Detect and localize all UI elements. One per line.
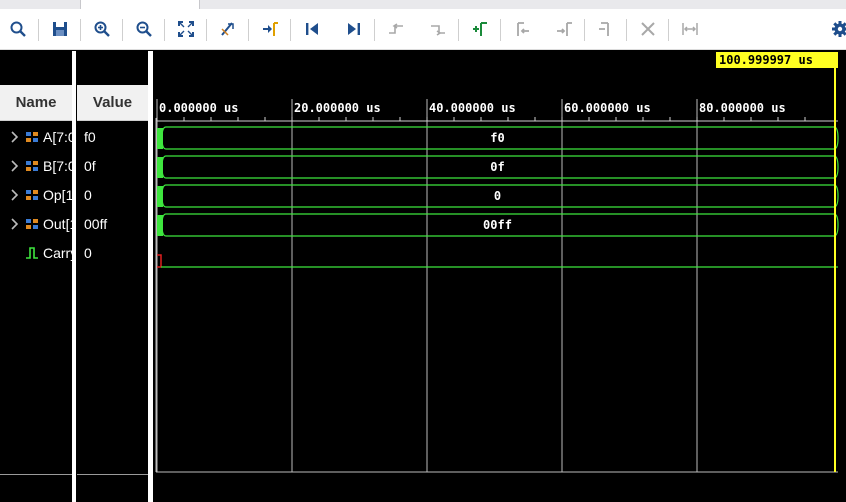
time-tick-label: 0.000000 us <box>159 101 238 115</box>
cursor-time-label[interactable]: 100.999997 us <box>716 52 838 68</box>
bus-value-label: 0f <box>490 160 504 174</box>
waveform-viewer: Name Value A[7:0]f0B[7:0]0fOp[1:0]0Out[1… <box>0 0 846 502</box>
bus-value-label: f0 <box>490 131 504 145</box>
bus-value-label: 00ff <box>483 218 512 232</box>
bit-initial-x-marker <box>157 254 162 268</box>
time-tick-label: 80.000000 us <box>699 101 786 115</box>
bus-value-label: 0 <box>494 189 501 203</box>
time-tick-label: 20.000000 us <box>294 101 381 115</box>
time-tick-label: 60.000000 us <box>564 101 651 115</box>
time-tick-label: 40.000000 us <box>429 101 516 115</box>
waveform-canvas[interactable]: 0.000000 us 20.000000 us 40.000000 us 60.00… <box>0 0 846 502</box>
